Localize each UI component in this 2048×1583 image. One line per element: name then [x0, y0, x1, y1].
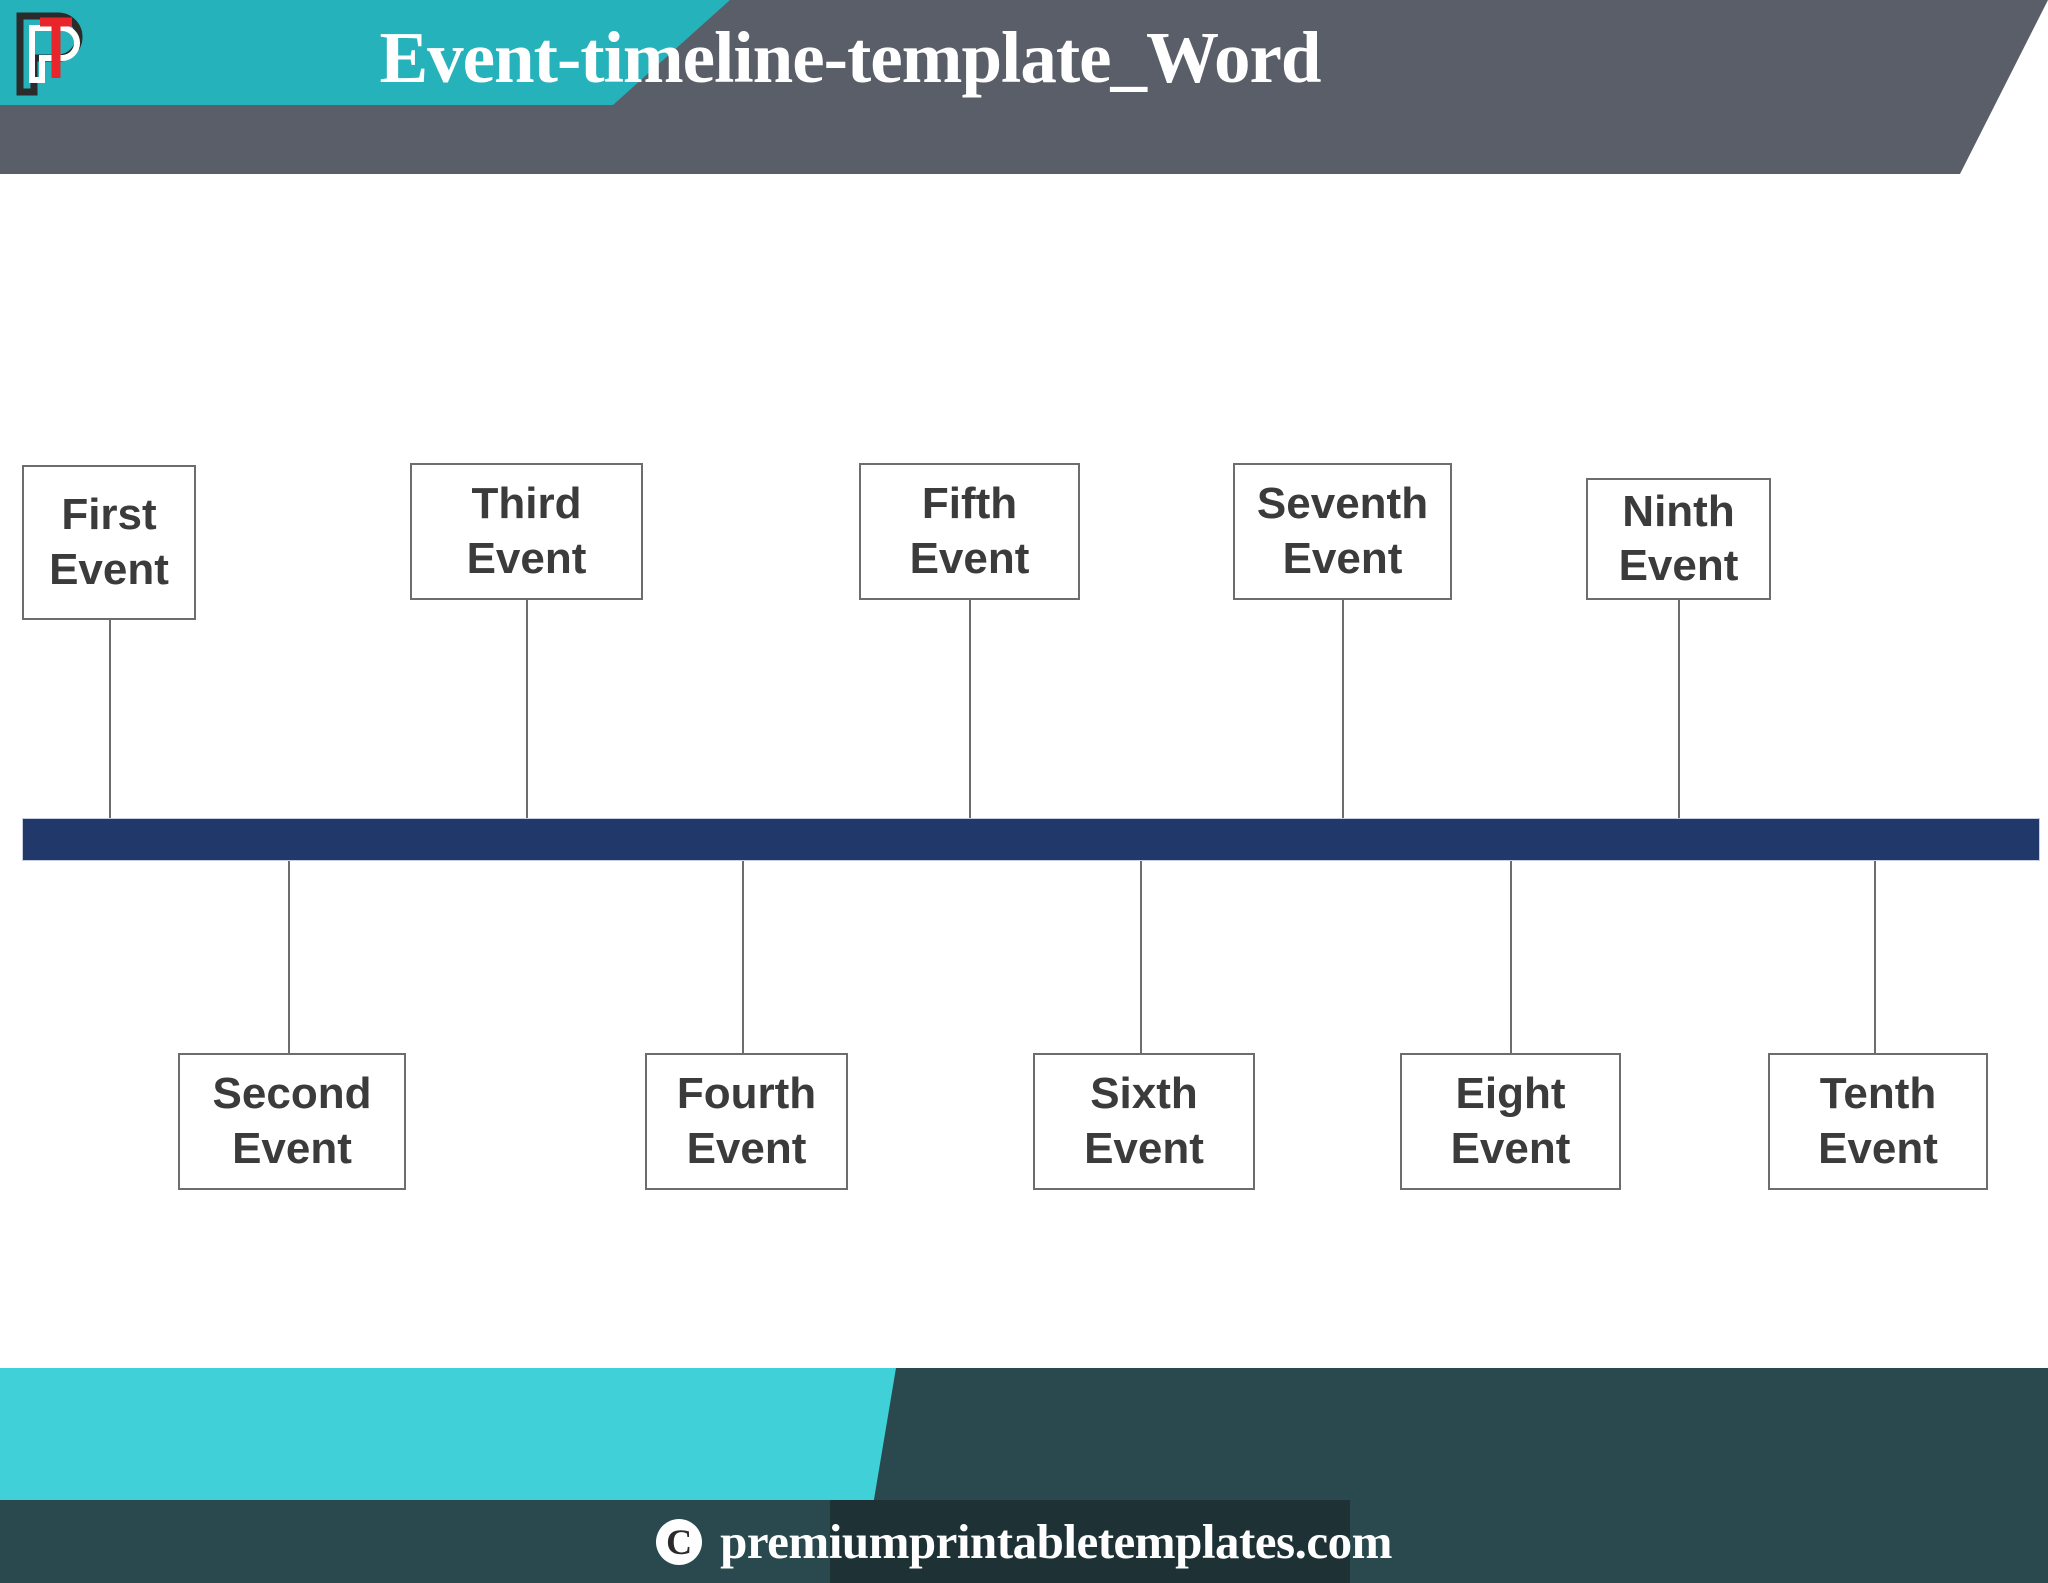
event-label-line1: First	[61, 490, 157, 540]
timeline-bar	[22, 818, 2040, 861]
bottom-event-connector	[1874, 861, 1876, 1053]
bottom-event-connector	[1140, 861, 1142, 1053]
page-title: Event-timeline-template_Word	[379, 17, 1321, 98]
top-event-box[interactable]: Seventh Event	[1233, 463, 1452, 600]
top-event-connector	[1678, 600, 1680, 818]
bottom-event-connector	[288, 861, 290, 1053]
event-label-line1: Seventh	[1256, 479, 1429, 529]
bottom-event-box[interactable]: Fourth Event	[645, 1053, 848, 1190]
event-label-line2: Event	[1618, 541, 1739, 590]
top-event-box[interactable]: First Event	[22, 465, 196, 620]
event-label-line2: Event	[1450, 1123, 1571, 1173]
header-band: Event-timeline-template_Word	[0, 0, 2048, 174]
bottom-event-connector	[742, 861, 744, 1053]
bottom-event-connector	[1510, 861, 1512, 1053]
top-event-box[interactable]: Ninth Event	[1586, 478, 1771, 600]
event-label-line1: Fifth	[921, 479, 1018, 529]
top-event-connector	[109, 620, 111, 818]
footer-website-url[interactable]: premiumprintabletemplates.com	[720, 1513, 1392, 1570]
top-event-connector	[969, 600, 971, 818]
event-label-line2: Event	[1818, 1123, 1938, 1173]
event-label-line2: Event	[1084, 1123, 1204, 1173]
bottom-event-box[interactable]: Second Event	[178, 1053, 406, 1190]
event-label-line1: Eight	[1455, 1069, 1566, 1119]
event-label-line1: Tenth	[1819, 1069, 1937, 1119]
bottom-event-box[interactable]: Sixth Event	[1033, 1053, 1255, 1190]
event-label-line2: Event	[1282, 533, 1403, 583]
event-label-line1: Second	[212, 1069, 372, 1119]
bottom-event-box[interactable]: Tenth Event	[1768, 1053, 1988, 1190]
event-label-line2: Event	[49, 544, 169, 594]
event-label-line1: Third	[471, 479, 582, 529]
top-event-connector	[1342, 600, 1344, 818]
top-event-box[interactable]: Third Event	[410, 463, 643, 600]
footer-credit: C premiumprintabletemplates.com	[0, 1500, 2048, 1583]
top-event-box[interactable]: Fifth Event	[859, 463, 1080, 600]
event-label-line1: Fourth	[676, 1069, 817, 1119]
event-label-line2: Event	[232, 1123, 352, 1173]
event-label-line1: Ninth	[1622, 486, 1735, 536]
event-label-line2: Event	[466, 533, 587, 583]
slide-canvas: Event-timeline-template_Word First Event T…	[0, 0, 2048, 1583]
event-label-line1: Sixth	[1090, 1069, 1198, 1119]
event-label-line2: Event	[909, 533, 1030, 583]
bottom-event-box[interactable]: Eight Event	[1400, 1053, 1621, 1190]
top-event-connector	[526, 600, 528, 818]
copyright-icon: C	[656, 1518, 703, 1565]
event-label-line2: Event	[686, 1123, 807, 1173]
